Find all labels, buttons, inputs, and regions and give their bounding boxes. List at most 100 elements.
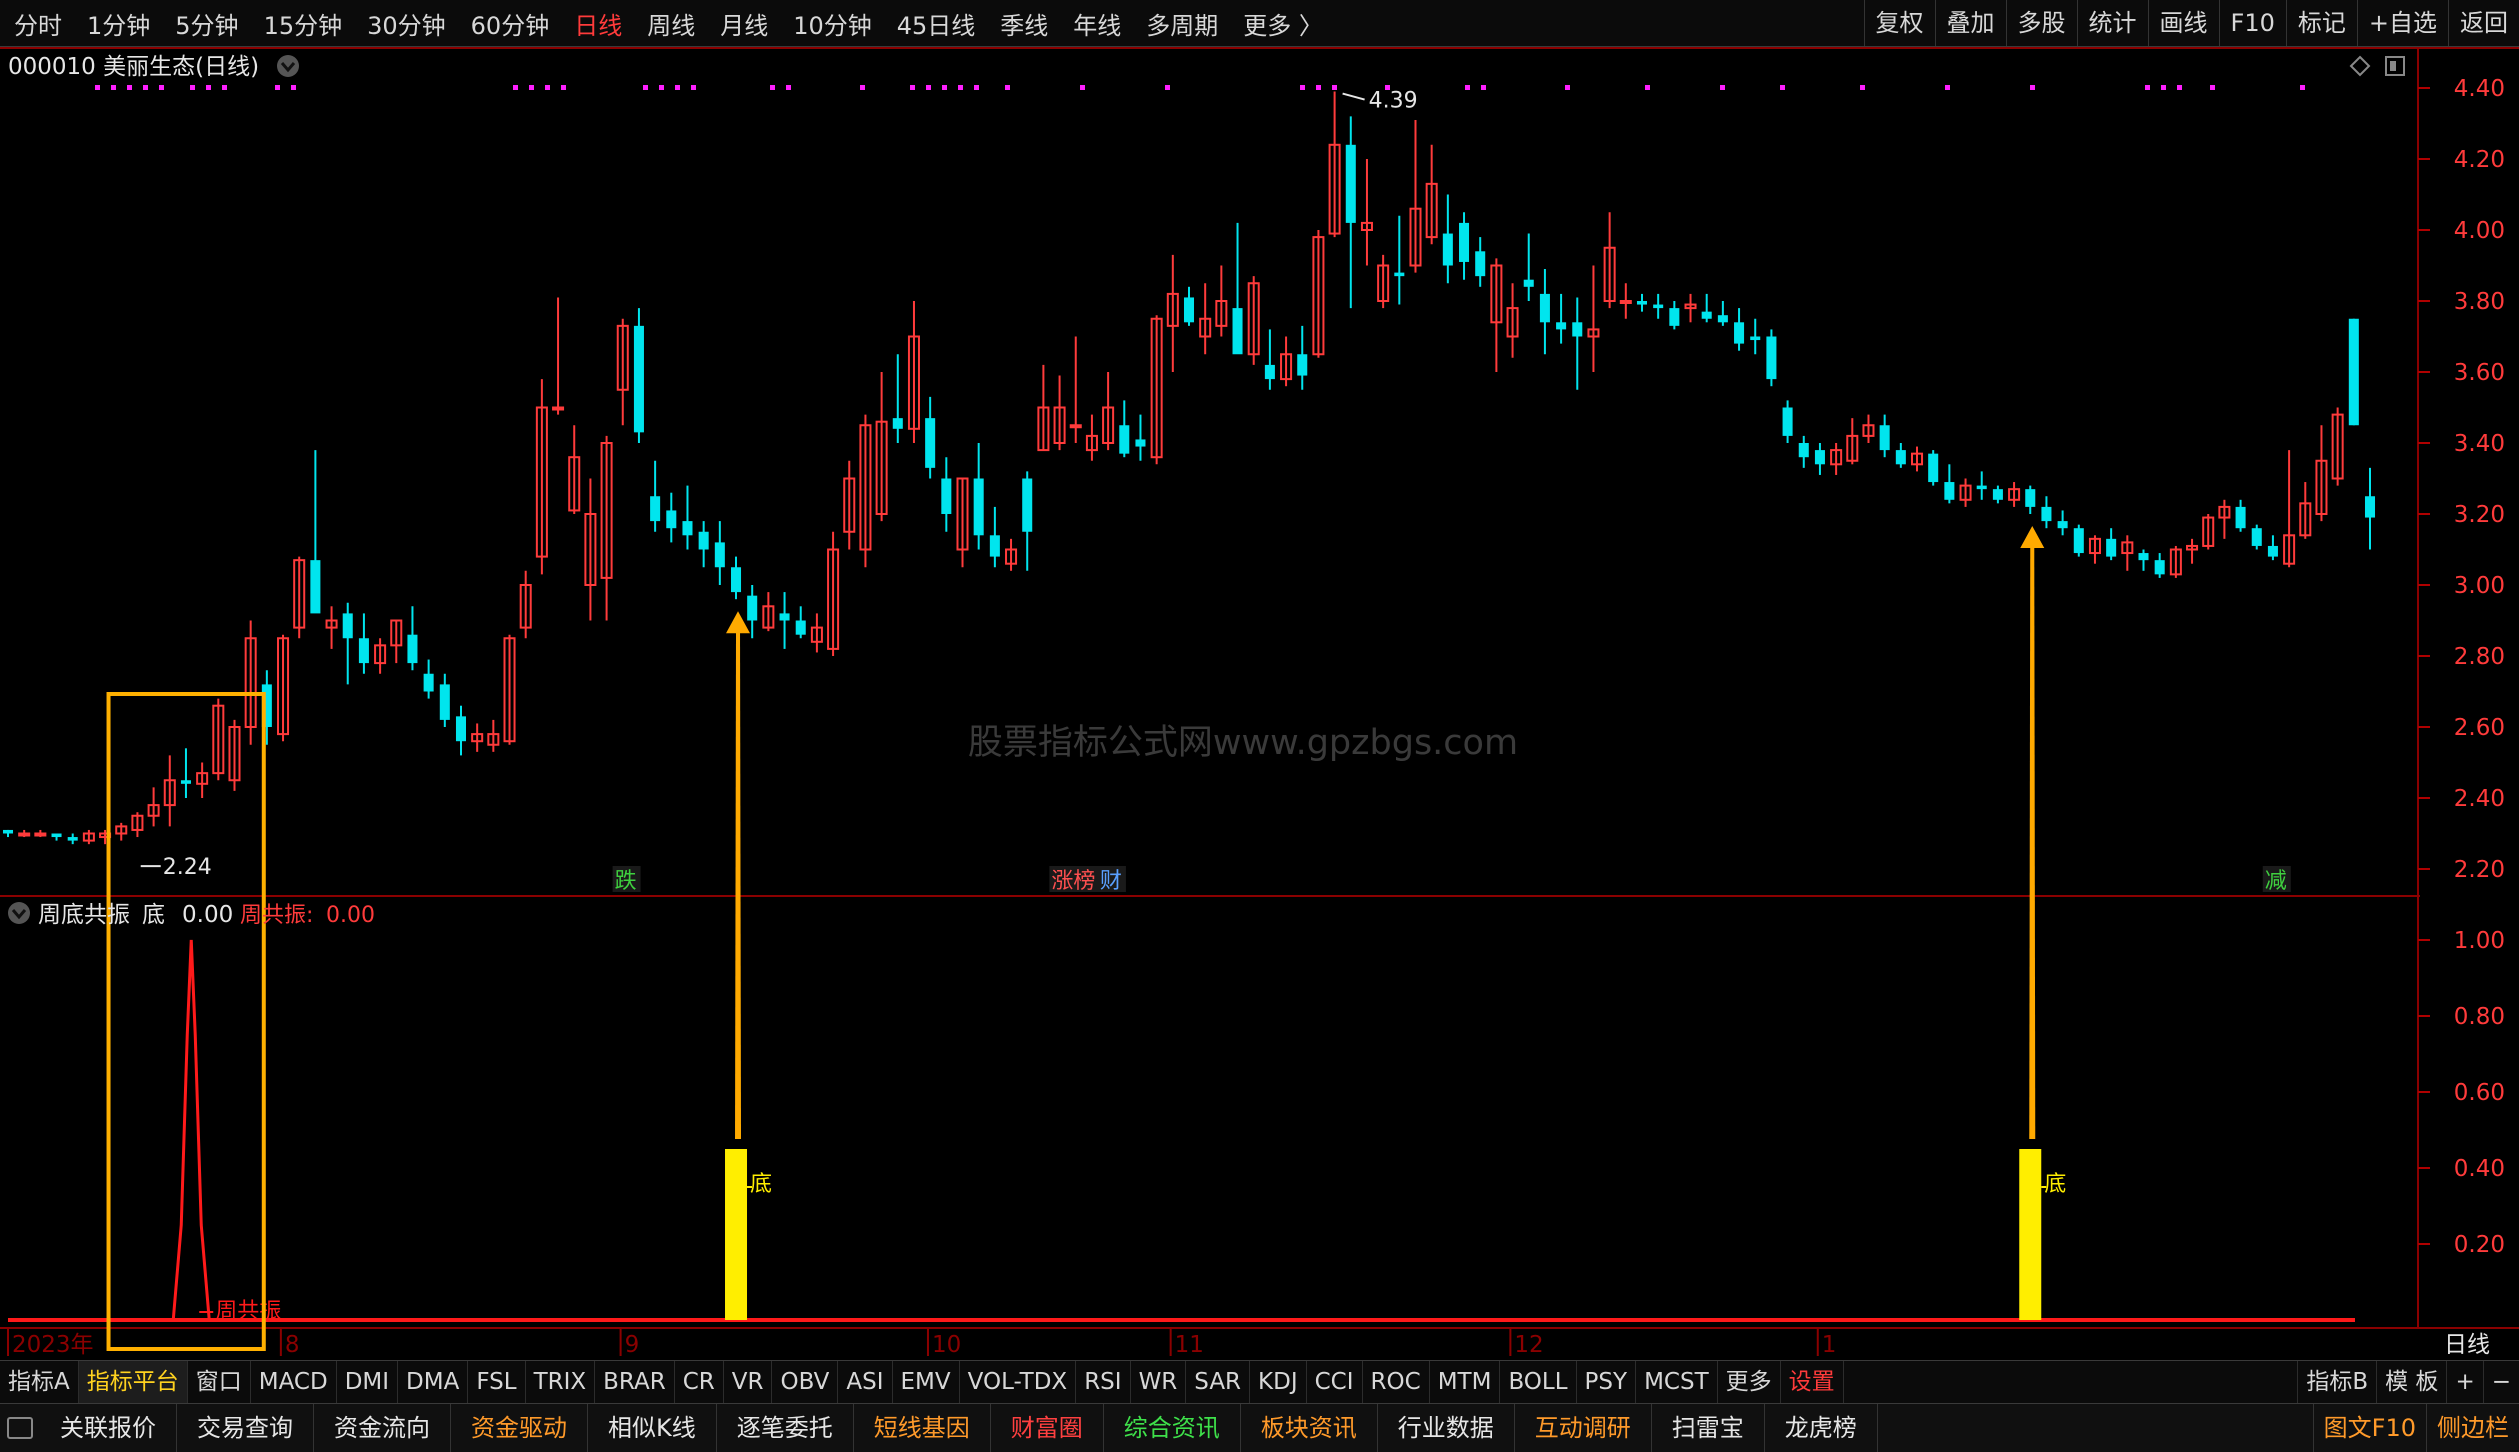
candle [1297,325,1308,390]
function-button[interactable]: 行业数据 [1378,1404,1515,1452]
function-button[interactable]: 财富圈 [991,1404,1104,1452]
indicator-tab[interactable]: MACD [251,1361,337,1403]
period-tab[interactable]: 30分钟 [353,6,457,41]
function-button[interactable]: 资金流向 [314,1404,451,1452]
function-button[interactable]: 短线基因 [854,1404,991,1452]
signal-dot [659,85,664,90]
diamond-icon[interactable] [2349,55,2371,77]
indicator-tab-right[interactable]: 指标B [2297,1361,2376,1403]
candle [1215,265,1228,337]
function-button[interactable]: 龙虎榜 [1765,1404,1878,1452]
indicator-tab[interactable]: 窗口 [188,1361,251,1403]
function-button[interactable]: 互动调研 [1515,1404,1652,1452]
indicator-tab[interactable]: CR [675,1361,724,1403]
indicator-tab[interactable]: KDJ [1250,1361,1307,1403]
indicator-chevron-icon[interactable] [8,902,30,924]
period-tab[interactable]: 5分钟 [161,6,249,41]
function-button-right[interactable]: 图文F10 [2312,1404,2426,1452]
indicator-tab[interactable]: 设置 [1781,1361,1844,1403]
signal-dot [1165,85,1170,90]
candle-body [1879,425,1890,451]
period-tab[interactable]: 60分钟 [457,6,561,41]
candle [907,301,920,443]
indicator-tab[interactable]: CCI [1307,1361,1363,1403]
function-button[interactable]: 交易查询 [177,1404,314,1452]
function-button[interactable]: 相似K线 [588,1404,717,1452]
indicator-tab[interactable]: RSI [1076,1361,1131,1403]
function-button[interactable]: 资金驱动 [451,1404,588,1452]
period-tab[interactable]: 1分钟 [73,6,161,41]
period-tab[interactable]: 10分钟 [779,6,883,41]
indicator-tab[interactable]: OBV [772,1361,839,1403]
toolbar-button[interactable]: 多股 [2005,0,2077,46]
toolbar-button[interactable]: 复权 [1863,0,1935,46]
period-tab[interactable]: 15分钟 [250,6,354,41]
period-tab[interactable]: 周线 [633,6,706,41]
function-button-right[interactable]: 侧边栏 [2426,1404,2519,1452]
event-tag: 涨榜 [1051,869,1095,894]
panel-toggle-icon[interactable] [2385,56,2405,76]
candle-body [1556,322,1567,330]
period-tab[interactable]: 45日线 [883,6,987,41]
candle [1572,297,1583,390]
indicator-tab[interactable]: TRIX [526,1361,596,1403]
indicator-tab[interactable]: VOL-TDX [960,1361,1077,1403]
indicator-tab[interactable]: MCST [1636,1361,1718,1403]
peak-label: 周共振 [215,1299,281,1324]
indicator-tab[interactable]: SAR [1186,1361,1251,1403]
window-icon[interactable] [0,1404,40,1452]
indicator-tab[interactable]: DMA [398,1361,469,1403]
kline-chart[interactable]: 000010 美丽生态(日线) 股票指标公式网www.gpzbgs.com 4.… [0,47,2519,1359]
period-tab[interactable]: 更多 〉 [1229,6,1334,41]
indicator-tab-right[interactable]: − [2482,1361,2519,1403]
indicator-tab[interactable]: BRAR [595,1361,675,1403]
function-button[interactable]: 关联报价 [40,1404,177,1452]
toolbar-button[interactable]: 叠加 [1934,0,2006,46]
candle [1022,471,1033,571]
function-button[interactable]: 扫雷宝 [1652,1404,1765,1452]
period-tab[interactable]: 季线 [986,6,1059,41]
toolbar-button[interactable]: 画线 [2147,0,2219,46]
title-chevron-icon[interactable] [277,55,299,77]
indicator-tab[interactable]: FSL [468,1361,526,1403]
function-button[interactable]: 综合资讯 [1104,1404,1241,1452]
indicator-tab[interactable]: EMV [893,1361,960,1403]
di-signal-bar [725,1149,748,1320]
indicator-tab[interactable]: DMI [337,1361,399,1403]
candle [358,613,369,674]
function-button[interactable]: 逐笔委托 [717,1404,854,1452]
indicator-tab[interactable]: 指标平台 [78,1361,188,1403]
candle [1750,318,1761,355]
candle [51,833,62,841]
candle [1556,293,1567,344]
indicator-tab-right[interactable]: 模 板 [2376,1361,2446,1403]
indicator-tab[interactable]: VR [724,1361,773,1403]
indicator-tab[interactable]: 更多 [1718,1361,1781,1403]
period-tab[interactable]: 分时 [0,6,73,41]
function-button[interactable]: 板块资讯 [1241,1404,1378,1452]
indicator-tab[interactable]: ASI [838,1361,893,1403]
indicator-tab[interactable]: BOLL [1500,1361,1577,1403]
indicator-tab[interactable]: PSY [1577,1361,1637,1403]
arrow-head [726,611,751,634]
candle [633,308,644,443]
price-tick-label: 2.80 [2454,644,2505,670]
signal-dot [1332,85,1337,90]
indicator-tab[interactable]: 指标A [0,1361,79,1403]
indicator-tab[interactable]: ROC [1363,1361,1430,1403]
period-tab[interactable]: 年线 [1059,6,1132,41]
signal-dot [2210,85,2215,90]
indicator-tab[interactable]: WR [1131,1361,1187,1403]
period-tab[interactable]: 月线 [706,6,779,41]
indicator-tab-right[interactable]: + [2446,1361,2482,1403]
candle-body [795,620,806,635]
signal-dot [942,85,947,90]
toolbar-button[interactable]: F10 [2218,0,2286,46]
toolbar-button[interactable]: 标记 [2285,0,2357,46]
period-tab[interactable]: 多周期 [1132,6,1229,41]
period-tab[interactable]: 日线 [560,6,633,41]
indicator-tab[interactable]: MTM [1430,1361,1501,1403]
toolbar-button[interactable]: 返回 [2448,0,2519,46]
toolbar-button[interactable]: +自选 [2356,0,2448,46]
toolbar-button[interactable]: 统计 [2076,0,2148,46]
